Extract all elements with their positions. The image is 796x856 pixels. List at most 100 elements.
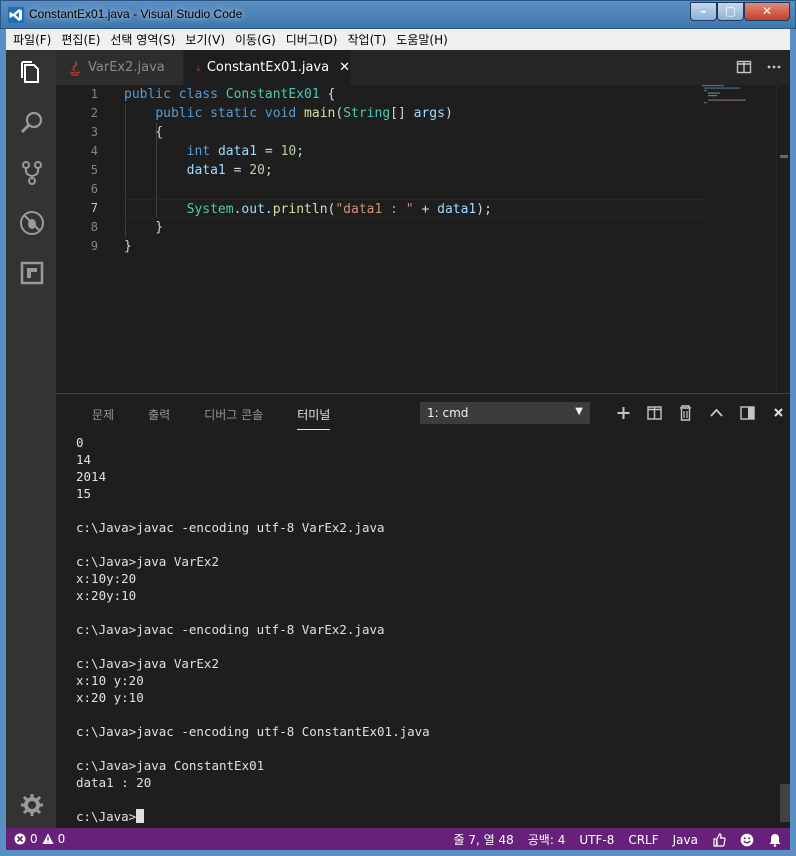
menu-selection[interactable]: 선택 영역(S) bbox=[105, 31, 180, 48]
code-line: public static void main(String[] args) bbox=[155, 106, 453, 121]
line-number: 8 bbox=[90, 220, 98, 234]
code-editor[interactable]: 1 2 3 4 5 6 7 8 9 public class ConstantE… bbox=[56, 85, 790, 393]
code-line: data1 = 20; bbox=[186, 163, 273, 178]
terminal-prompt: c:\Java> bbox=[76, 809, 137, 824]
window-border-bottom bbox=[0, 850, 796, 856]
terminal-line: c:\Java>java VarEx2 bbox=[76, 554, 219, 569]
menu-debug[interactable]: 디버그(D) bbox=[281, 31, 343, 48]
error-icon bbox=[14, 833, 26, 845]
terminal-line: c:\Java>java VarEx2 bbox=[76, 656, 219, 671]
chevron-down-icon: ▼ bbox=[575, 406, 583, 417]
panel-actions bbox=[608, 404, 790, 422]
scrollbar-cursor-marker bbox=[780, 155, 788, 158]
terminal-select-value: 1: cmd bbox=[427, 406, 469, 420]
line-number: 2 bbox=[90, 106, 98, 120]
maximize-button[interactable]: ▢ bbox=[717, 2, 744, 21]
toggle-panel-icon[interactable] bbox=[732, 404, 763, 422]
error-count: 0 bbox=[30, 832, 38, 846]
tab-debug-console[interactable]: 디버그 콘솔 bbox=[204, 404, 263, 430]
encoding-status[interactable]: UTF-8 bbox=[579, 833, 614, 847]
code-line: } bbox=[124, 220, 164, 235]
menu-file[interactable]: 파일(F) bbox=[8, 31, 56, 48]
terminal-line: c:\Java>java ConstantEx01 bbox=[76, 758, 265, 773]
warning-count: 0 bbox=[57, 832, 66, 846]
new-terminal-icon[interactable] bbox=[608, 404, 639, 422]
terminal-line: 0 bbox=[76, 435, 84, 450]
split-terminal-icon[interactable] bbox=[639, 404, 670, 422]
terminal-scrollbar-thumb[interactable] bbox=[780, 784, 790, 822]
close-window-button[interactable]: ✕ bbox=[744, 2, 790, 21]
terminal-cursor bbox=[136, 809, 145, 823]
eol-status[interactable]: CRLF bbox=[628, 833, 658, 847]
tab-output[interactable]: 출력 bbox=[148, 404, 170, 430]
line-number: 9 bbox=[90, 239, 98, 253]
more-actions-icon[interactable] bbox=[766, 59, 782, 75]
debug-icon[interactable] bbox=[19, 210, 45, 236]
vscode-workbench: VarEx2.java ConstantEx01.java ✕ 1 2 3 4 … bbox=[6, 50, 790, 850]
close-tab-icon[interactable]: ✕ bbox=[339, 60, 350, 75]
line-number: 3 bbox=[90, 125, 98, 139]
terminal-line: 14 bbox=[76, 452, 92, 467]
tab-label: ConstantEx01.java bbox=[206, 60, 330, 75]
code-lines: public class ConstantEx01 { public stati… bbox=[124, 85, 704, 256]
terminal-line: c:\Java>javac -encoding utf-8 ConstantEx… bbox=[76, 724, 430, 739]
terminal-prompt-line[interactable]: c:\Java> bbox=[76, 808, 766, 825]
minimap[interactable] bbox=[702, 85, 752, 105]
split-editor-icon[interactable] bbox=[736, 59, 752, 75]
problems-status[interactable]: 0 0 bbox=[14, 832, 65, 846]
terminal-line: x:20y:10 bbox=[76, 588, 137, 603]
menu-go[interactable]: 이동(G) bbox=[230, 31, 281, 48]
files-icon[interactable] bbox=[19, 60, 45, 86]
indentation-status[interactable]: 공백: 4 bbox=[528, 831, 566, 848]
line-number: 6 bbox=[90, 182, 98, 196]
java-icon bbox=[69, 59, 81, 76]
menu-tasks[interactable]: 작업(T) bbox=[343, 31, 392, 48]
trash-icon[interactable] bbox=[670, 404, 701, 422]
bottom-panel: 문제 출력 디버그 콘솔 터미널 1: cmd ▼ 0 14 2014 15 c… bbox=[56, 393, 790, 828]
tab-label: VarEx2.java bbox=[88, 60, 165, 75]
code-line: int data1 = 10; bbox=[186, 144, 305, 159]
terminal-line: c:\Java>javac -encoding utf-8 VarEx2.jav… bbox=[76, 520, 385, 535]
extensions-icon[interactable] bbox=[19, 260, 45, 286]
warning-icon bbox=[42, 833, 54, 844]
menu-help[interactable]: 도움말(H) bbox=[391, 31, 453, 48]
vscode-icon bbox=[8, 7, 24, 23]
terminal-line: 15 bbox=[76, 486, 92, 501]
window-border-right bbox=[790, 29, 796, 856]
language-mode[interactable]: Java bbox=[673, 833, 698, 847]
gear-icon[interactable] bbox=[19, 792, 45, 818]
cursor-position[interactable]: 줄 7, 열 48 bbox=[454, 831, 514, 848]
terminal-line: x:10y:20 bbox=[76, 571, 137, 586]
thumbs-up-icon[interactable] bbox=[712, 832, 726, 847]
line-number-gutter: 1 2 3 4 5 6 7 8 9 bbox=[56, 85, 106, 256]
status-bar-right: 줄 7, 열 48 공백: 4 UTF-8 CRLF Java bbox=[440, 831, 782, 848]
minimize-button[interactable]: – bbox=[690, 2, 717, 21]
menu-view[interactable]: 보기(V) bbox=[180, 31, 230, 48]
source-control-icon[interactable] bbox=[19, 160, 45, 186]
tab-varex2[interactable]: VarEx2.java bbox=[56, 50, 183, 85]
close-panel-icon[interactable] bbox=[763, 404, 790, 422]
line-number: 5 bbox=[90, 163, 98, 177]
terminal-line: c:\Java>javac -encoding utf-8 VarEx2.jav… bbox=[76, 622, 385, 637]
terminal-line: x:10 y:20 bbox=[76, 673, 144, 688]
tab-constantex01[interactable]: ConstantEx01.java ✕ bbox=[184, 50, 350, 85]
maximize-icon: ▢ bbox=[724, 4, 737, 18]
search-icon[interactable] bbox=[19, 110, 45, 136]
smiley-icon[interactable] bbox=[740, 833, 754, 847]
terminal-select[interactable]: 1: cmd ▼ bbox=[420, 402, 590, 424]
chevron-up-icon[interactable] bbox=[701, 404, 732, 422]
editor-scrollbar[interactable] bbox=[776, 85, 790, 393]
terminal-output[interactable]: 0 14 2014 15 c:\Java>javac -encoding utf… bbox=[76, 434, 766, 825]
line-number: 4 bbox=[90, 144, 98, 158]
tab-problems[interactable]: 문제 bbox=[92, 404, 114, 430]
close-icon: ✕ bbox=[761, 4, 773, 18]
editor-actions bbox=[736, 59, 782, 75]
tab-terminal[interactable]: 터미널 bbox=[297, 404, 331, 430]
code-line: } bbox=[124, 239, 132, 254]
bell-icon[interactable] bbox=[768, 833, 782, 847]
minimize-icon: – bbox=[700, 4, 707, 18]
menu-edit[interactable]: 편집(E) bbox=[56, 31, 105, 48]
